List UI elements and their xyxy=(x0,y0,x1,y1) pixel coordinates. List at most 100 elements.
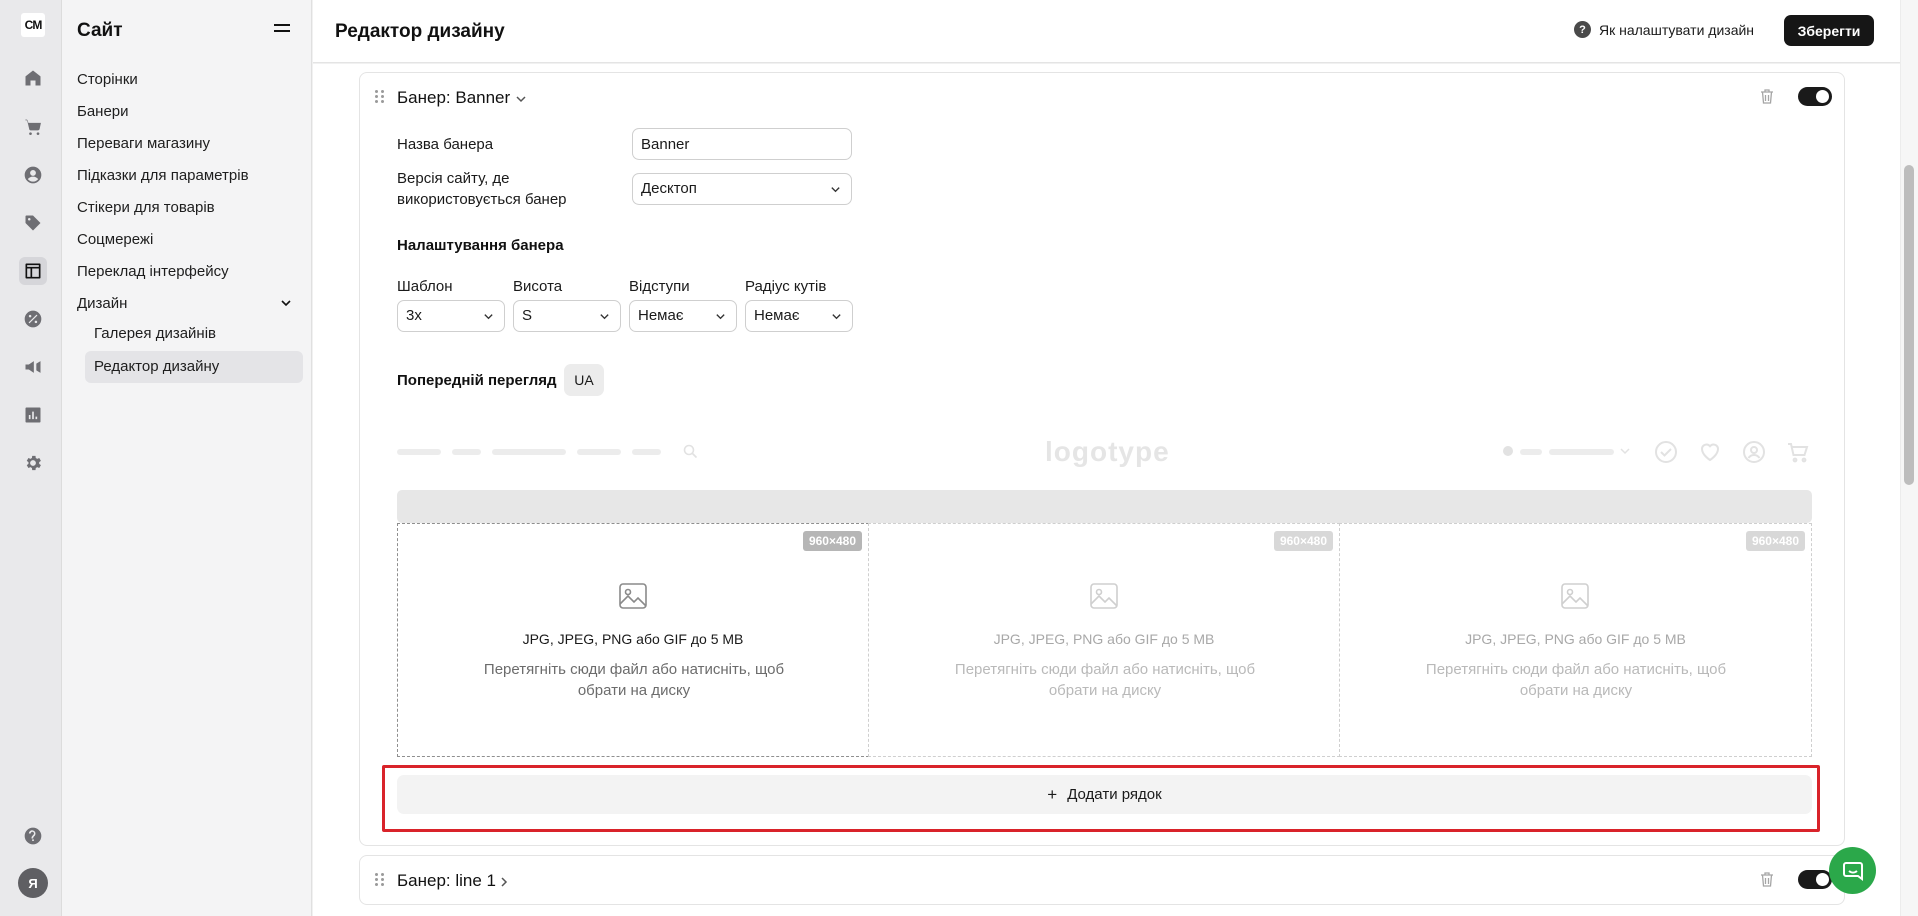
height-select[interactable]: S xyxy=(513,300,621,332)
padding-value: Немає xyxy=(638,307,684,324)
upload-formats: JPG, JPEG, PNG або GIF до 5 MB xyxy=(1465,631,1686,647)
chevron-down-icon[interactable] xyxy=(515,93,527,105)
preview-nav-placeholder xyxy=(577,449,621,455)
image-icon xyxy=(1088,580,1120,612)
upload-hint: Перетягніть сюди файл або натисніть, щоб… xyxy=(483,661,785,699)
preview-top-strip xyxy=(397,490,1812,523)
banner-card-title[interactable]: Банер: line 1 xyxy=(397,871,496,891)
sidebar-item-design-gallery[interactable]: Галерея дизайнів xyxy=(85,318,303,350)
banner-enabled-toggle[interactable] xyxy=(1798,870,1832,889)
banner-card-title[interactable]: Банер: Banner xyxy=(397,88,510,108)
sidebar-item-social-networks[interactable]: Соцмережі xyxy=(77,231,153,248)
preview-check-icon xyxy=(1654,440,1678,464)
trash-icon[interactable] xyxy=(1759,871,1775,888)
scrollbar-thumb[interactable] xyxy=(1904,165,1914,485)
upload-hint: Перетягніть сюди файл або натисніть, щоб… xyxy=(1425,661,1727,699)
preview-title: Попередній перегляд xyxy=(397,372,557,389)
sidebar-item-design[interactable]: Дизайн xyxy=(77,295,127,312)
preview-search-icon xyxy=(683,444,698,459)
avatar[interactable]: Я xyxy=(18,868,48,898)
banner-name-input[interactable] xyxy=(632,128,852,160)
banner-card-line-1: Банер: line 1 xyxy=(359,855,1845,905)
padding-select[interactable]: Немає xyxy=(629,300,737,332)
drag-handle-icon[interactable] xyxy=(375,90,385,104)
user-icon[interactable] xyxy=(19,161,47,189)
site-version-select[interactable]: Десктоп xyxy=(632,173,852,205)
sidebar-item-parameter-hints[interactable]: Підказки для параметрів xyxy=(77,167,249,184)
highlight-box xyxy=(382,765,1820,832)
preview-user-icon xyxy=(1742,440,1766,464)
discount-icon[interactable] xyxy=(19,305,47,333)
corner-radius-value: Немає xyxy=(754,307,800,324)
site-version-value: Десктоп xyxy=(641,180,697,197)
page-title: Редактор дизайну xyxy=(335,21,505,42)
upload-formats: JPG, JPEG, PNG або GIF до 5 MB xyxy=(522,631,744,647)
template-select[interactable]: 3х xyxy=(397,300,505,332)
chevron-down-icon xyxy=(832,314,841,320)
upload-formats: JPG, JPEG, PNG або GIF до 5 MB xyxy=(993,631,1215,647)
image-icon xyxy=(617,580,649,612)
help-icon[interactable] xyxy=(19,822,47,850)
sidebar-item-banners[interactable]: Банери xyxy=(77,103,129,120)
preview-logo: logotype xyxy=(1045,436,1170,467)
banner-upload-slot[interactable]: 960×480 JPG, JPEG, PNG або GIF до 5 MB П… xyxy=(1339,523,1812,757)
corner-radius-label: Радіус кутів xyxy=(745,278,827,295)
app-logo[interactable]: CM xyxy=(21,13,45,37)
sidebar-item-store-benefits[interactable]: Переваги магазину xyxy=(77,135,210,152)
page-header: Редактор дизайну ? Як налаштувати дизайн… xyxy=(313,0,1900,63)
analytics-icon[interactable] xyxy=(19,401,47,429)
banner-name-label: Назва банера xyxy=(397,136,494,153)
height-value: S xyxy=(522,307,533,324)
preview-nav-placeholder xyxy=(492,449,566,455)
banner-card-header[interactable]: Банер: Banner xyxy=(360,73,1844,121)
trash-icon[interactable] xyxy=(1759,88,1775,105)
settings-icon[interactable] xyxy=(19,449,47,477)
sidebar-item-design-editor[interactable]: Редактор дизайну xyxy=(85,351,303,383)
banner-upload-slot[interactable]: 960×480 JPG, JPEG, PNG або GIF до 5 MB П… xyxy=(397,523,869,757)
icon-rail: CM Я xyxy=(0,0,62,916)
chevron-down-icon[interactable] xyxy=(280,297,292,309)
home-icon[interactable] xyxy=(19,64,47,92)
sidebar: Сайт Сторінки Банери Переваги магазину П… xyxy=(62,0,312,916)
banner-enabled-toggle[interactable] xyxy=(1798,87,1832,106)
save-button[interactable]: Зберегти xyxy=(1784,15,1874,46)
chevron-down-icon xyxy=(600,314,609,320)
preview-heart-icon xyxy=(1698,440,1722,464)
image-icon xyxy=(1559,580,1591,612)
cart-icon[interactable] xyxy=(19,113,47,141)
corner-radius-select[interactable]: Немає xyxy=(745,300,853,332)
banner-card-header[interactable]: Банер: line 1 xyxy=(360,856,1844,904)
design-help-label: Як налаштувати дизайн xyxy=(1599,21,1755,38)
sidebar-item-product-stickers[interactable]: Стікери для товарів xyxy=(77,199,215,216)
preview-nav-placeholder xyxy=(397,449,441,455)
size-badge: 960×480 xyxy=(1273,531,1333,551)
sidebar-title: Сайт xyxy=(77,20,123,41)
preview-language-chip[interactable]: UA xyxy=(564,364,604,396)
site-version-label: Версія сайту, де використовується банер xyxy=(397,170,567,208)
sidebar-item-pages[interactable]: Сторінки xyxy=(77,71,138,88)
size-badge: 960×480 xyxy=(802,531,862,551)
banner-upload-slot[interactable]: 960×480 JPG, JPEG, PNG або GIF до 5 MB П… xyxy=(868,523,1340,757)
question-icon: ? xyxy=(1574,21,1591,38)
banner-settings-title: Налаштування банера xyxy=(397,237,564,254)
padding-label: Відступи xyxy=(629,278,690,295)
size-badge: 960×480 xyxy=(1745,531,1805,551)
chat-button[interactable] xyxy=(1829,847,1876,894)
chevron-down-icon xyxy=(831,187,840,193)
sidebar-item-interface-translation[interactable]: Переклад інтерфейсу xyxy=(77,263,229,280)
preview-clock-icon xyxy=(1503,446,1513,456)
sidebar-collapse-icon[interactable] xyxy=(274,24,290,36)
template-value: 3х xyxy=(406,307,422,324)
chat-icon xyxy=(1842,861,1863,881)
design-help-link[interactable]: ? Як налаштувати дизайн xyxy=(1574,21,1754,38)
preview-nav-placeholder xyxy=(1520,449,1542,455)
chevron-right-icon[interactable] xyxy=(498,876,510,888)
preview-cart-icon xyxy=(1786,440,1810,464)
megaphone-icon[interactable] xyxy=(19,353,47,381)
preview-chevron-icon xyxy=(1620,448,1630,455)
tag-icon[interactable] xyxy=(19,209,47,237)
chevron-down-icon xyxy=(484,314,493,320)
drag-handle-icon[interactable] xyxy=(375,873,385,887)
layout-icon[interactable] xyxy=(19,257,47,285)
chevron-down-icon xyxy=(716,314,725,320)
